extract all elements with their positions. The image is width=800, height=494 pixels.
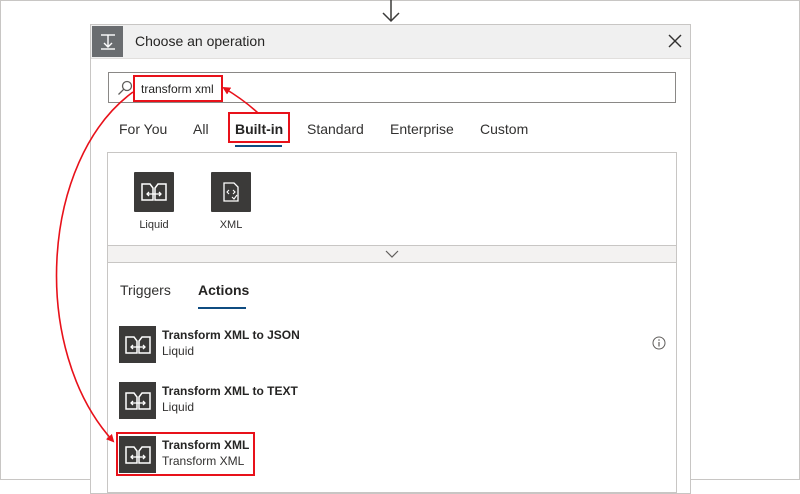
dialog-title: Choose an operation [135, 33, 265, 49]
transform-xml-icon [119, 436, 156, 473]
action-name: Transform XML to JSON [162, 328, 300, 342]
search-icon [118, 80, 133, 95]
search-query-text: transform xml [141, 82, 214, 96]
action-name: Transform XML to TEXT [162, 384, 298, 398]
card-header: Choose an operation [91, 25, 690, 59]
connector-label: Liquid [139, 219, 169, 231]
connector-xml[interactable]: XML [201, 172, 261, 231]
connector-label: XML [219, 219, 243, 231]
action-connector: Transform XML [162, 454, 245, 468]
info-icon[interactable] [652, 336, 666, 350]
search-input[interactable]: transform xml [108, 72, 676, 103]
tab-all[interactable]: All [193, 121, 209, 137]
action-transform-xml-to-json[interactable]: Transform XML to JSON Liquid [118, 326, 668, 366]
operation-step-icon [92, 26, 123, 57]
connector-liquid[interactable]: Liquid [124, 172, 184, 231]
action-connector: Liquid [162, 400, 195, 414]
subtab-triggers[interactable]: Triggers [120, 282, 171, 298]
tab-standard[interactable]: Standard [307, 121, 364, 137]
tab-for-you[interactable]: For You [119, 121, 167, 137]
liquid-icon [134, 172, 174, 212]
close-icon[interactable] [666, 32, 684, 50]
expand-connectors-toggle[interactable] [107, 245, 677, 263]
action-transform-xml-to-text[interactable]: Transform XML to TEXT Liquid [118, 382, 668, 422]
action-name: Transform XML [162, 438, 250, 452]
chevron-down-icon [385, 250, 399, 258]
action-transform-xml[interactable]: Transform XML Transform XML [118, 436, 668, 476]
tab-custom[interactable]: Custom [480, 121, 528, 137]
flow-down-arrow-icon [382, 0, 400, 23]
xml-icon [211, 172, 251, 212]
tab-built-in[interactable]: Built-in [235, 121, 283, 137]
liquid-icon [119, 382, 156, 419]
subtab-actions[interactable]: Actions [198, 282, 249, 298]
liquid-icon [119, 326, 156, 363]
selected-subtab-underline [198, 307, 246, 309]
tab-enterprise[interactable]: Enterprise [390, 121, 454, 137]
selected-tab-underline [235, 145, 282, 147]
action-connector: Liquid [162, 344, 195, 358]
